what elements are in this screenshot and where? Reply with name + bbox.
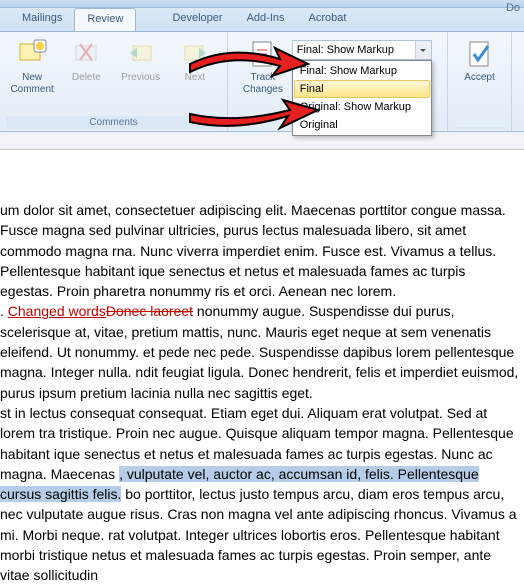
delete-comment-button[interactable]: Delete — [60, 36, 112, 116]
dropdown-item-original[interactable]: Original — [294, 116, 430, 134]
new-comment-icon — [16, 38, 48, 70]
track-changes-icon — [247, 38, 279, 70]
next-comment-button[interactable]: Next — [169, 36, 221, 116]
document-area[interactable]: um dolor sit amet, consectetuer adipisci… — [0, 150, 524, 586]
document-body[interactable]: um dolor sit amet, consectetuer adipisci… — [0, 170, 524, 586]
delete-icon — [70, 38, 102, 70]
display-for-review-value: Final: Show Markup — [297, 44, 394, 56]
ribbon: New Comment Delete Previous Next — [0, 32, 524, 132]
tracked-deletion: Donec laoreet — [106, 303, 193, 319]
dropdown-item-original-show-markup[interactable]: Original: Show Markup — [294, 98, 430, 116]
tab-developer[interactable]: Developer — [160, 8, 234, 31]
delete-label: Delete — [72, 72, 101, 84]
display-for-review-combo[interactable]: Final: Show Markup — [292, 40, 432, 60]
dropdown-item-final[interactable]: Final — [294, 80, 430, 98]
doc-paragraph-1: um dolor sit amet, consectetuer adipisci… — [0, 202, 506, 299]
dropdown-item-final-show-markup[interactable]: Final: Show Markup — [294, 62, 430, 80]
previous-icon — [125, 38, 157, 70]
new-comment-label: New Comment — [10, 72, 53, 96]
previous-comment-button[interactable]: Previous — [115, 36, 167, 116]
tab-acrobat[interactable]: Acrobat — [297, 8, 359, 31]
display-for-review-dropdown: Final: Show Markup Final Original: Show … — [292, 60, 432, 136]
accept-label: Accept — [464, 72, 495, 84]
tracked-insertion: Changed words — [8, 303, 106, 319]
track-changes-button[interactable]: Track Changes — [234, 36, 292, 129]
tab-review[interactable]: Review — [74, 8, 136, 31]
changes-group-label — [454, 127, 505, 129]
display-combo-arrow-icon[interactable] — [415, 41, 431, 59]
track-changes-label: Track Changes — [243, 72, 283, 96]
ribbon-tabs: Mailings Review Developer Add-Ins Acroba… — [0, 8, 524, 32]
window-title-fragment: Do — [506, 2, 520, 14]
previous-label: Previous — [121, 72, 160, 84]
accept-icon — [464, 38, 496, 70]
comments-group-label: Comments — [6, 116, 221, 129]
next-icon — [179, 38, 211, 70]
accept-button[interactable]: Accept — [454, 36, 505, 127]
new-comment-button[interactable]: New Comment — [6, 36, 58, 116]
next-label: Next — [185, 72, 206, 84]
ruler — [0, 132, 524, 150]
tab-addins[interactable]: Add-Ins — [235, 8, 297, 31]
tab-mailings[interactable]: Mailings — [10, 8, 74, 31]
